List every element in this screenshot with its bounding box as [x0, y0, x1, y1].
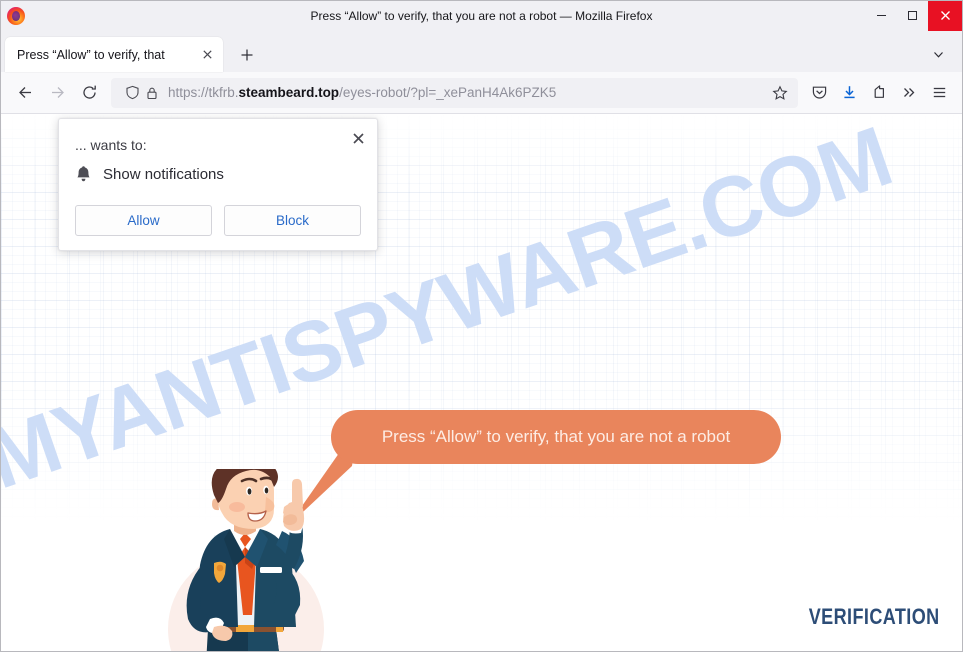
- close-window-button[interactable]: [928, 1, 962, 31]
- minimize-button[interactable]: [866, 1, 897, 31]
- notification-permission-popup: ... wants to: Show notifications Allow B…: [58, 118, 378, 251]
- browser-tab[interactable]: Press “Allow” to verify, that: [5, 37, 223, 72]
- speech-bubble-text: Press “Allow” to verify, that you are no…: [381, 427, 731, 446]
- hamburger-menu-icon[interactable]: [924, 78, 954, 108]
- account-icon[interactable]: [864, 78, 894, 108]
- pocket-icon[interactable]: [804, 78, 834, 108]
- maximize-button[interactable]: [897, 1, 928, 31]
- forward-button[interactable]: [41, 77, 73, 109]
- star-icon[interactable]: [769, 82, 791, 104]
- title-bar: Press “Allow” to verify, that you are no…: [1, 1, 962, 31]
- url-text[interactable]: https://tkfrb.steambeard.top/eyes-robot/…: [168, 85, 769, 100]
- block-button[interactable]: Block: [224, 205, 361, 236]
- downloads-icon[interactable]: [834, 78, 864, 108]
- permission-label: Show notifications: [103, 165, 224, 183]
- allow-button[interactable]: Allow: [75, 205, 212, 236]
- url-path: /eyes-robot/?pl=_xePanH4Ak6PZK5: [339, 85, 557, 100]
- back-button[interactable]: [9, 77, 41, 109]
- permission-origin-text: ... wants to:: [75, 137, 147, 153]
- window-controls: [866, 1, 962, 31]
- pointing-businessman-illustration: [168, 469, 324, 651]
- lock-icon[interactable]: [142, 83, 162, 103]
- permission-buttons: Allow Block: [75, 205, 361, 236]
- url-host: steambeard.top: [238, 85, 340, 100]
- window-title: Press “Allow” to verify, that you are no…: [310, 8, 653, 23]
- bell-icon: [75, 165, 92, 183]
- address-bar[interactable]: https://tkfrb.steambeard.top/eyes-robot/…: [111, 77, 798, 108]
- close-icon[interactable]: [197, 45, 217, 65]
- reload-button[interactable]: [73, 77, 105, 109]
- shield-icon[interactable]: [122, 83, 142, 103]
- speech-bubble-body: Press “Allow” to verify, that you are no…: [331, 410, 781, 464]
- browser-window: Press “Allow” to verify, that you are no…: [0, 0, 963, 652]
- tab-title: Press “Allow” to verify, that: [17, 47, 165, 62]
- speech-bubble: Press “Allow” to verify, that you are no…: [286, 410, 781, 526]
- list-all-tabs-button[interactable]: [926, 42, 950, 66]
- firefox-logo-icon: [7, 6, 25, 25]
- tab-strip: Press “Allow” to verify, that: [1, 31, 962, 72]
- overflow-icon[interactable]: [894, 78, 924, 108]
- url-scheme: https://tkfrb.: [168, 85, 239, 100]
- footer-brand: VERIFICATION: [809, 604, 940, 629]
- close-icon[interactable]: [347, 127, 369, 149]
- permission-request-row: Show notifications: [75, 165, 361, 183]
- new-tab-button[interactable]: [233, 41, 261, 69]
- page-viewport: MYANTISPYWARE.COM Press “Allow” to verif…: [1, 114, 962, 651]
- navigation-toolbar: https://tkfrb.steambeard.top/eyes-robot/…: [1, 72, 962, 114]
